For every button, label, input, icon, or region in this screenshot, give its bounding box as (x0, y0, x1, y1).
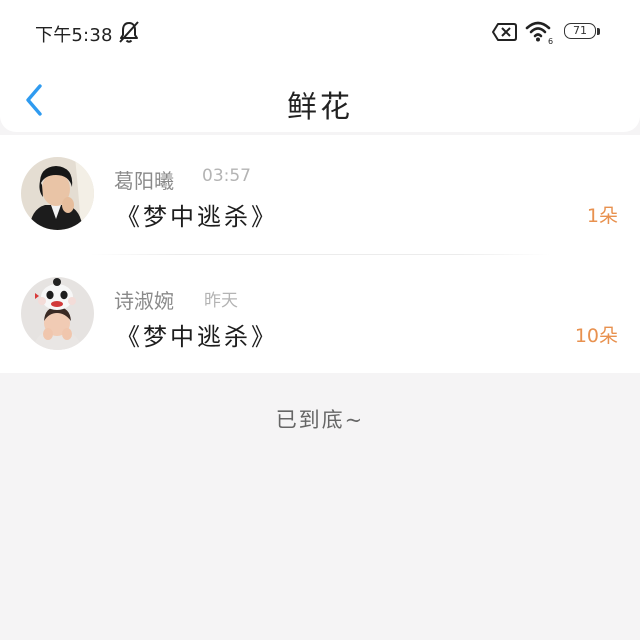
status-time: 下午5:38 (35, 25, 113, 46)
nav-bar: 鲜花 (0, 64, 640, 132)
sender-name: 诗淑婉 (114, 289, 174, 313)
flower-count: 1朵 (586, 205, 618, 227)
avatar-image (21, 277, 94, 350)
flower-list: 葛阳曦 03:57 《梦中逃杀》 1朵 诗淑婉 昨天 《梦中逃杀》 10朵 (0, 135, 640, 373)
sent-time: 昨天 (204, 291, 238, 311)
flowers-page: 下午5:38 6 71 鲜花 葛阳曦 03:57 《梦中逃杀》 1朵 诗淑婉 昨… (0, 0, 640, 640)
gift-title: 《梦中逃杀》 (116, 323, 278, 351)
battery-tip (597, 28, 600, 35)
gift-title: 《梦中逃杀》 (116, 203, 278, 231)
avatar[interactable] (21, 157, 94, 230)
avatar[interactable] (21, 277, 94, 350)
sim-x-icon (492, 23, 517, 41)
page-title: 鲜花 (287, 90, 353, 125)
flower-count: 10朵 (574, 325, 618, 347)
wifi-badge: 6 (548, 37, 553, 45)
sender-name: 葛阳曦 (114, 169, 174, 193)
battery-icon: 71 (564, 23, 596, 39)
bell-muted-icon (119, 21, 139, 43)
battery-level: 71 (573, 24, 587, 37)
list-item[interactable]: 葛阳曦 03:57 《梦中逃杀》 1朵 (0, 135, 640, 255)
avatar-image (21, 157, 94, 230)
list-item[interactable]: 诗淑婉 昨天 《梦中逃杀》 10朵 (0, 255, 640, 374)
header-card: 下午5:38 6 71 鲜花 (0, 0, 640, 132)
sent-time: 03:57 (202, 166, 251, 186)
status-bar: 下午5:38 6 71 (0, 0, 640, 64)
wifi-icon: 6 (525, 21, 553, 45)
end-of-list-text: 已到底~ (275, 408, 365, 432)
